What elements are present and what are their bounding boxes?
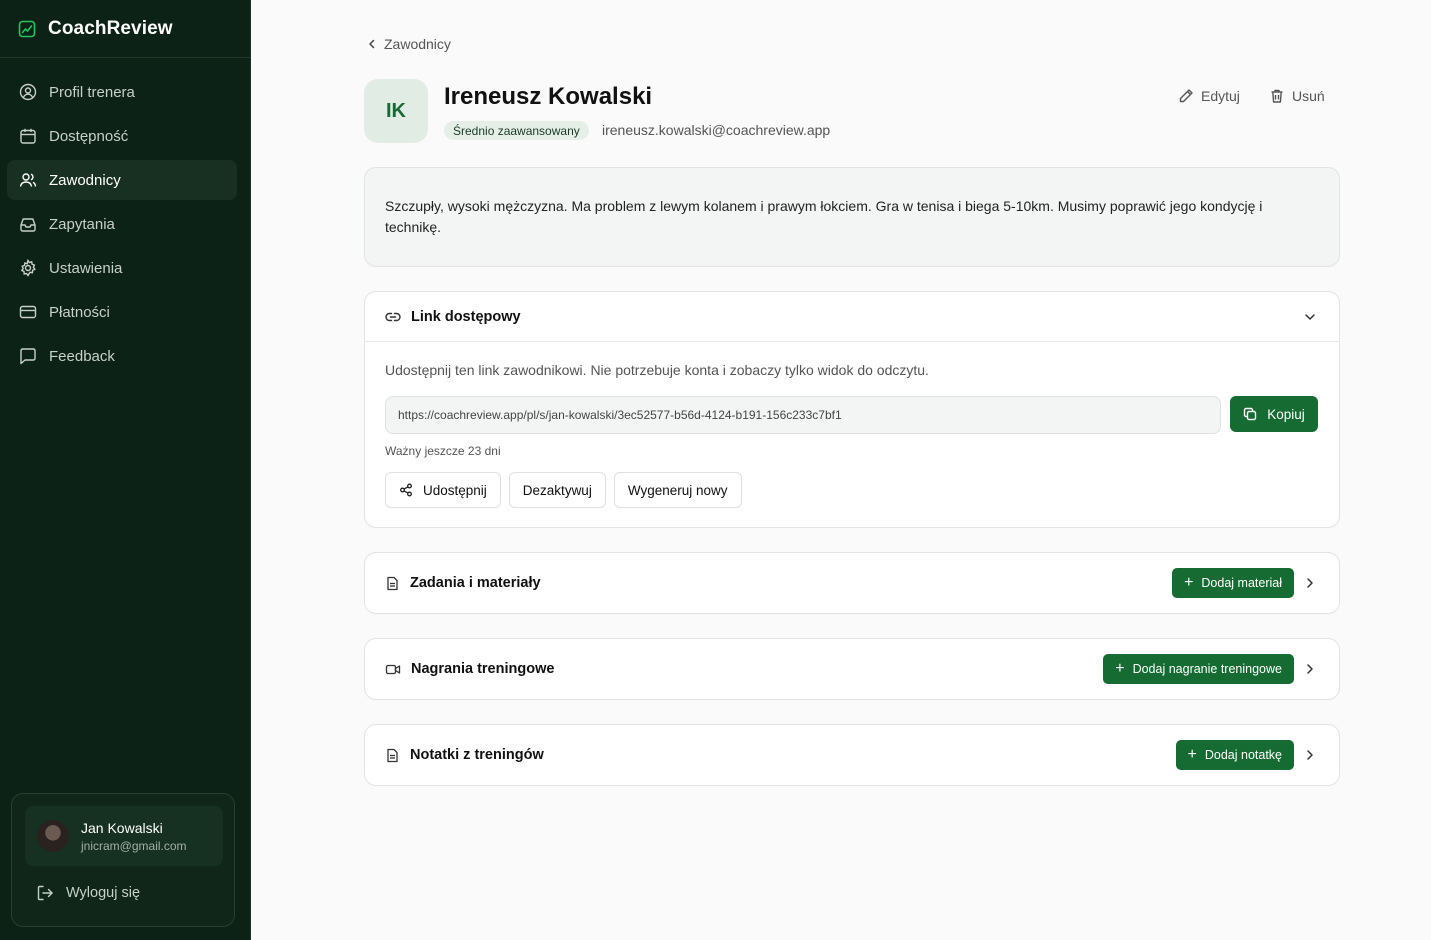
- access-link-body: Udostępnij ten link zawodnikowi. Nie pot…: [365, 342, 1339, 528]
- user-circle-icon: [19, 83, 37, 101]
- sidebar-item-dostepnosc[interactable]: Dostępność: [7, 116, 237, 156]
- sidebar-item-zawodnicy[interactable]: Zawodnicy: [7, 160, 237, 200]
- access-link-header[interactable]: Link dostępowy: [365, 292, 1339, 341]
- edit-label: Edytuj: [1201, 88, 1240, 104]
- plus-icon: +: [1115, 660, 1125, 677]
- link-actions: Udostępnij Dezaktywuj Wygeneruj nowy: [385, 472, 1319, 508]
- copy-icon: [1244, 407, 1257, 421]
- sidebar-item-label: Profil trenera: [49, 83, 135, 101]
- chart-line-icon: [18, 20, 36, 38]
- delete-button[interactable]: Usuń: [1269, 88, 1325, 104]
- users-icon: [19, 171, 37, 189]
- section-title: Notatki z treningów: [410, 747, 544, 763]
- breadcrumb-label: Zawodnicy: [384, 36, 451, 52]
- regenerate-button[interactable]: Wygeneruj nowy: [613, 472, 742, 508]
- sidebar-item-label: Płatności: [49, 303, 110, 321]
- delete-label: Usuń: [1292, 88, 1325, 104]
- share-button[interactable]: Udostępnij: [385, 472, 501, 508]
- document-icon: [387, 576, 398, 590]
- plus-icon: +: [1187, 746, 1197, 763]
- chevron-right-icon[interactable]: [1303, 576, 1317, 590]
- sidebar-nav: Profil trenera Dostępność Zawodnicy Zapy…: [0, 58, 250, 376]
- credit-card-icon: [19, 303, 37, 321]
- copy-label: Kopiuj: [1267, 406, 1305, 422]
- logout-icon: [36, 884, 54, 902]
- sidebar-item-label: Feedback: [49, 347, 115, 365]
- inbox-icon: [19, 215, 37, 233]
- link-icon: [385, 312, 401, 321]
- sidebar-item-zapytania[interactable]: Zapytania: [7, 204, 237, 244]
- share-label: Udostępnij: [423, 482, 487, 498]
- plus-icon: +: [1184, 574, 1194, 591]
- video-icon: [385, 664, 401, 674]
- user-name: Jan Kowalski: [81, 819, 163, 836]
- sidebar-item-ustawienia[interactable]: Ustawienia: [7, 248, 237, 288]
- chevron-down-icon[interactable]: [1303, 310, 1317, 324]
- user-card: Jan Kowalski jnicram@gmail.com Wyloguj s…: [11, 793, 235, 927]
- avatar: [37, 820, 69, 852]
- chevron-right-icon[interactable]: [1303, 748, 1317, 762]
- brand[interactable]: CoachReview: [0, 0, 250, 58]
- share-icon: [400, 483, 412, 497]
- chevron-right-icon[interactable]: [1303, 662, 1317, 676]
- section-title: Nagrania treningowe: [411, 661, 555, 677]
- link-row: Kopiuj: [385, 396, 1319, 434]
- pencil-icon: [1179, 89, 1193, 103]
- link-validity: Ważny jeszcze 23 dni: [385, 444, 501, 458]
- logout-button[interactable]: Wyloguj się: [36, 884, 140, 902]
- athlete-description: Szczupły, wysoki mężczyzna. Ma problem z…: [364, 167, 1340, 267]
- section-notes: Notatki z treningów + Dodaj notatkę: [364, 724, 1340, 786]
- add-note-label: Dodaj notatkę: [1204, 748, 1282, 762]
- sidebar-item-feedback[interactable]: Feedback: [7, 336, 237, 376]
- add-recording-label: Dodaj nagranie treningowe: [1132, 662, 1282, 676]
- sidebar-item-profil-trenera[interactable]: Profil trenera: [7, 72, 237, 112]
- athlete-avatar: IK: [364, 79, 428, 143]
- section-recordings: Nagrania treningowe + Dodaj nagranie tre…: [364, 638, 1340, 700]
- app-name: CoachReview: [48, 17, 173, 39]
- section-tasks-header[interactable]: Zadania i materiały + Dodaj materiał: [365, 553, 1339, 613]
- logout-label: Wyloguj się: [66, 885, 141, 901]
- trash-icon: [1271, 89, 1283, 103]
- chevron-left-icon: [369, 39, 375, 49]
- add-material-button[interactable]: + Dodaj materiał: [1172, 568, 1294, 598]
- user-profile[interactable]: Jan Kowalski jnicram@gmail.com: [25, 806, 223, 866]
- add-recording-button[interactable]: + Dodaj nagranie treningowe: [1103, 654, 1294, 684]
- level-badge: Średnio zaawansowany: [444, 121, 589, 140]
- athlete-name: Ireneusz Kowalski: [444, 83, 653, 110]
- section-tasks: Zadania i materiały + Dodaj materiał: [364, 552, 1340, 614]
- access-link-title: Link dostępowy: [411, 308, 521, 325]
- document-icon: [387, 748, 398, 762]
- calendar-icon: [19, 127, 37, 145]
- breadcrumb[interactable]: Zawodnicy: [366, 36, 451, 52]
- deactivate-button[interactable]: Dezaktywuj: [508, 472, 606, 508]
- sidebar-item-platnosci[interactable]: Płatności: [7, 292, 237, 332]
- access-link-hint: Udostępnij ten link zawodnikowi. Nie pot…: [385, 362, 929, 378]
- section-notes-header[interactable]: Notatki z treningów + Dodaj notatkę: [365, 725, 1339, 785]
- main-content: Zawodnicy IK Ireneusz Kowalski Średnio z…: [251, 0, 1431, 940]
- athlete-email: ireneusz.kowalski@coachreview.app: [602, 122, 831, 138]
- access-link-card: Link dostępowy Udostępnij ten link zawod…: [364, 291, 1340, 528]
- copy-button[interactable]: Kopiuj: [1230, 396, 1318, 432]
- add-note-button[interactable]: + Dodaj notatkę: [1175, 740, 1294, 770]
- edit-button[interactable]: Edytuj: [1178, 88, 1240, 104]
- add-material-label: Dodaj materiał: [1201, 576, 1282, 590]
- access-link-input[interactable]: [385, 396, 1221, 434]
- sidebar-item-label: Dostępność: [49, 127, 129, 145]
- gear-icon: [19, 259, 37, 277]
- user-email: jnicram@gmail.com: [81, 838, 187, 853]
- section-title: Zadania i materiały: [410, 575, 541, 591]
- sidebar: CoachReview Profil trenera Dostępność Za…: [0, 0, 251, 940]
- section-recordings-header[interactable]: Nagrania treningowe + Dodaj nagranie tre…: [365, 639, 1339, 699]
- sidebar-item-label: Zawodnicy: [49, 171, 121, 189]
- sidebar-item-label: Ustawienia: [49, 259, 123, 277]
- sidebar-item-label: Zapytania: [49, 215, 115, 233]
- message-icon: [19, 347, 37, 365]
